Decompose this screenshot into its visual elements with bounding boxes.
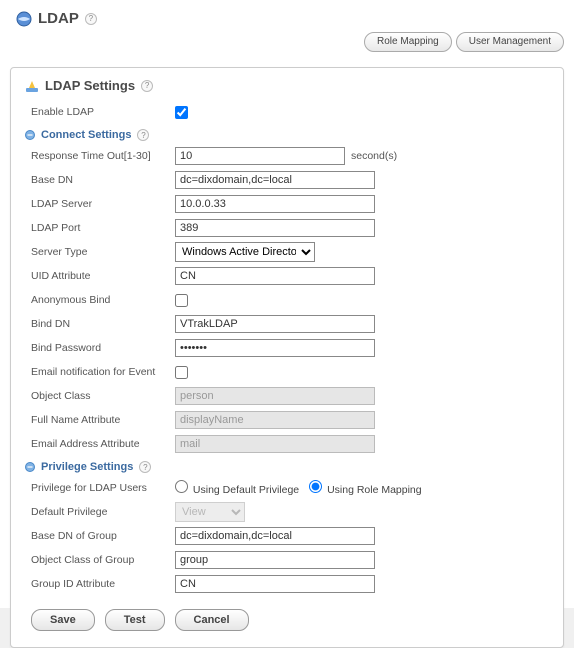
default-priv-select: View [175, 502, 245, 522]
ldap-icon [16, 11, 32, 27]
row-enable-ldap: Enable LDAP [25, 101, 549, 123]
response-timeout-input[interactable] [175, 147, 345, 165]
ldap-server-input[interactable] [175, 195, 375, 213]
help-icon[interactable]: ? [139, 461, 151, 473]
row-priv-users: Privilege for LDAP Users Using Default P… [25, 477, 549, 499]
panel-header: LDAP Settings ? [25, 78, 549, 93]
label-base-dn-group: Base DN of Group [25, 530, 175, 542]
settings-panel: LDAP Settings ? Enable LDAP Connect Sett… [10, 67, 564, 648]
row-base-dn-group: Base DN of Group [25, 525, 549, 547]
anonymous-bind-checkbox[interactable] [175, 294, 188, 307]
row-response-timeout: Response Time Out[1-30] second(s) [25, 145, 549, 167]
settings-icon [25, 79, 39, 93]
row-full-name-attr: Full Name Attribute [25, 409, 549, 431]
email-attr-input [175, 435, 375, 453]
label-ldap-server: LDAP Server [25, 198, 175, 210]
help-icon[interactable]: ? [141, 80, 153, 92]
row-bind-password: Bind Password [25, 337, 549, 359]
cancel-button[interactable]: Cancel [175, 609, 249, 631]
priv-radio-default-label: Using Default Privilege [193, 484, 299, 496]
label-priv-users: Privilege for LDAP Users [25, 482, 175, 494]
collapse-icon[interactable] [25, 130, 35, 140]
label-default-priv: Default Privilege [25, 506, 175, 518]
obj-class-group-input[interactable] [175, 551, 375, 569]
label-base-dn: Base DN [25, 174, 175, 186]
action-button-row: Save Test Cancel [25, 609, 549, 631]
role-mapping-button[interactable]: Role Mapping [364, 32, 452, 52]
row-uid-attribute: UID Attribute [25, 265, 549, 287]
label-group-id-attr: Group ID Attribute [25, 578, 175, 590]
collapse-icon[interactable] [25, 462, 35, 472]
label-obj-class-group: Object Class of Group [25, 554, 175, 566]
label-enable-ldap: Enable LDAP [25, 106, 175, 118]
user-management-button[interactable]: User Management [456, 32, 564, 52]
label-server-type: Server Type [25, 246, 175, 258]
label-ldap-port: LDAP Port [25, 222, 175, 234]
priv-radio-default-wrap: Using Default Privilege [175, 480, 299, 496]
uid-attribute-input[interactable] [175, 267, 375, 285]
row-base-dn: Base DN [25, 169, 549, 191]
row-bind-dn: Bind DN [25, 313, 549, 335]
row-group-id-attr: Group ID Attribute [25, 573, 549, 595]
row-ldap-port: LDAP Port [25, 217, 549, 239]
top-buttons: Role Mapping User Management [364, 32, 564, 52]
label-object-class: Object Class [25, 390, 175, 402]
section-privilege-title: Privilege Settings [41, 461, 133, 473]
label-response-timeout: Response Time Out[1-30] [25, 150, 175, 162]
base-dn-input[interactable] [175, 171, 375, 189]
full-name-attr-input [175, 411, 375, 429]
base-dn-group-input[interactable] [175, 527, 375, 545]
help-icon[interactable]: ? [85, 13, 97, 25]
row-email-notify: Email notification for Event [25, 361, 549, 383]
row-obj-class-group: Object Class of Group [25, 549, 549, 571]
help-icon[interactable]: ? [137, 129, 149, 141]
email-notify-checkbox[interactable] [175, 366, 188, 379]
row-server-type: Server Type Windows Active Directory [25, 241, 549, 263]
page-container: LDAP ? Role Mapping User Management LDAP… [0, 0, 574, 608]
response-timeout-suffix: second(s) [351, 150, 397, 162]
panel-title: LDAP Settings [45, 78, 135, 93]
row-default-priv: Default Privilege View [25, 501, 549, 523]
row-email-attr: Email Address Attribute [25, 433, 549, 455]
label-email-notify: Email notification for Event [25, 366, 175, 378]
priv-radio-default[interactable] [175, 480, 188, 493]
ldap-port-input[interactable] [175, 219, 375, 237]
bind-dn-input[interactable] [175, 315, 375, 333]
priv-radio-role[interactable] [309, 480, 322, 493]
row-ldap-server: LDAP Server [25, 193, 549, 215]
page-title: LDAP [38, 10, 79, 27]
priv-radio-role-wrap: Using Role Mapping [309, 480, 421, 496]
section-connect: Connect Settings ? [25, 129, 549, 141]
server-type-select[interactable]: Windows Active Directory [175, 242, 315, 262]
label-anonymous-bind: Anonymous Bind [25, 294, 175, 306]
group-id-attr-input[interactable] [175, 575, 375, 593]
label-bind-password: Bind Password [25, 342, 175, 354]
label-email-attr: Email Address Attribute [25, 438, 175, 450]
section-connect-title: Connect Settings [41, 129, 131, 141]
enable-ldap-checkbox[interactable] [175, 106, 188, 119]
object-class-input [175, 387, 375, 405]
row-anonymous-bind: Anonymous Bind [25, 289, 549, 311]
label-uid-attribute: UID Attribute [25, 270, 175, 282]
row-object-class: Object Class [25, 385, 549, 407]
label-bind-dn: Bind DN [25, 318, 175, 330]
bind-password-input[interactable] [175, 339, 375, 357]
save-button[interactable]: Save [31, 609, 95, 631]
test-button[interactable]: Test [105, 609, 165, 631]
priv-radio-role-label: Using Role Mapping [327, 484, 422, 496]
label-full-name-attr: Full Name Attribute [25, 414, 175, 426]
section-privilege: Privilege Settings ? [25, 461, 549, 473]
topbar: LDAP ? [10, 8, 564, 27]
